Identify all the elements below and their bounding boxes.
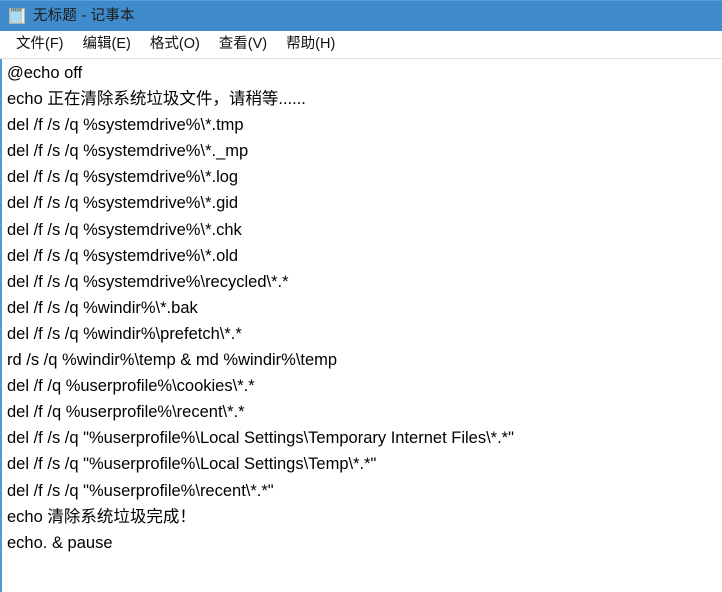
menu-item-view[interactable]: 查看(V) xyxy=(212,33,274,57)
document-line: del /f /q %userprofile%\cookies\*.* xyxy=(7,377,255,396)
document-line: @echo off xyxy=(7,64,83,82)
document-line: echo 清除系统垃圾完成！ xyxy=(7,507,196,526)
document-line: del /f /s /q %systemdrive%\*.gid xyxy=(7,194,239,213)
notepad-icon xyxy=(9,8,25,24)
document-line: del /f /s /q %systemdrive%\*._mp xyxy=(7,142,249,161)
document-line: echo 正在清除系统垃圾文件，请稍等...... xyxy=(7,90,306,109)
title-bar[interactable]: 无标题 - 记事本 xyxy=(0,0,722,31)
document-line: echo. & pause xyxy=(7,533,113,552)
menu-bar: 文件(F) 编辑(E) 格式(O) 查看(V) 帮助(H) xyxy=(0,31,722,59)
document-line: del /f /s /q %windir%\prefetch\*.* xyxy=(7,324,242,343)
document-line: del /f /s /q %windir%\*.bak xyxy=(7,298,198,317)
document-line: del /f /s /q %systemdrive%\*.log xyxy=(7,168,239,187)
document-line: rd /s /q %windir%\temp & md %windir%\tem… xyxy=(7,351,338,370)
document-line: del /f /s /q "%userprofile%\Local Settin… xyxy=(7,429,514,448)
document-line: del /f /s /q %systemdrive%\*.chk xyxy=(7,220,242,239)
menu-item-help[interactable]: 帮助(H) xyxy=(279,33,342,57)
document-line: del /f /q %userprofile%\recent\*.* xyxy=(7,403,245,422)
notepad-window: 无标题 - 记事本 文件(F) 编辑(E) 格式(O) 查看(V) 帮助(H) … xyxy=(0,0,722,592)
menu-item-format[interactable]: 格式(O) xyxy=(143,33,207,57)
document-line: del /f /s /q %systemdrive%\*.tmp xyxy=(7,116,244,135)
menu-item-file[interactable]: 文件(F) xyxy=(9,33,71,57)
document-line: del /f /s /q "%userprofile%\Local Settin… xyxy=(7,455,377,474)
text-editor-area[interactable]: @echo off echo 正在清除系统垃圾文件，请稍等...... del /f… xyxy=(0,59,722,592)
document-line: del /f /s /q "%userprofile%\recent\*.*" xyxy=(7,481,274,500)
document-text[interactable]: @echo off echo 正在清除系统垃圾文件，请稍等...... del /f… xyxy=(7,60,722,556)
document-line: del /f /s /q %systemdrive%\*.old xyxy=(7,246,239,265)
document-line: del /f /s /q %systemdrive%\recycled\*.* xyxy=(7,272,289,291)
window-title: 无标题 - 记事本 xyxy=(33,7,135,24)
menu-item-edit[interactable]: 编辑(E) xyxy=(76,33,138,57)
